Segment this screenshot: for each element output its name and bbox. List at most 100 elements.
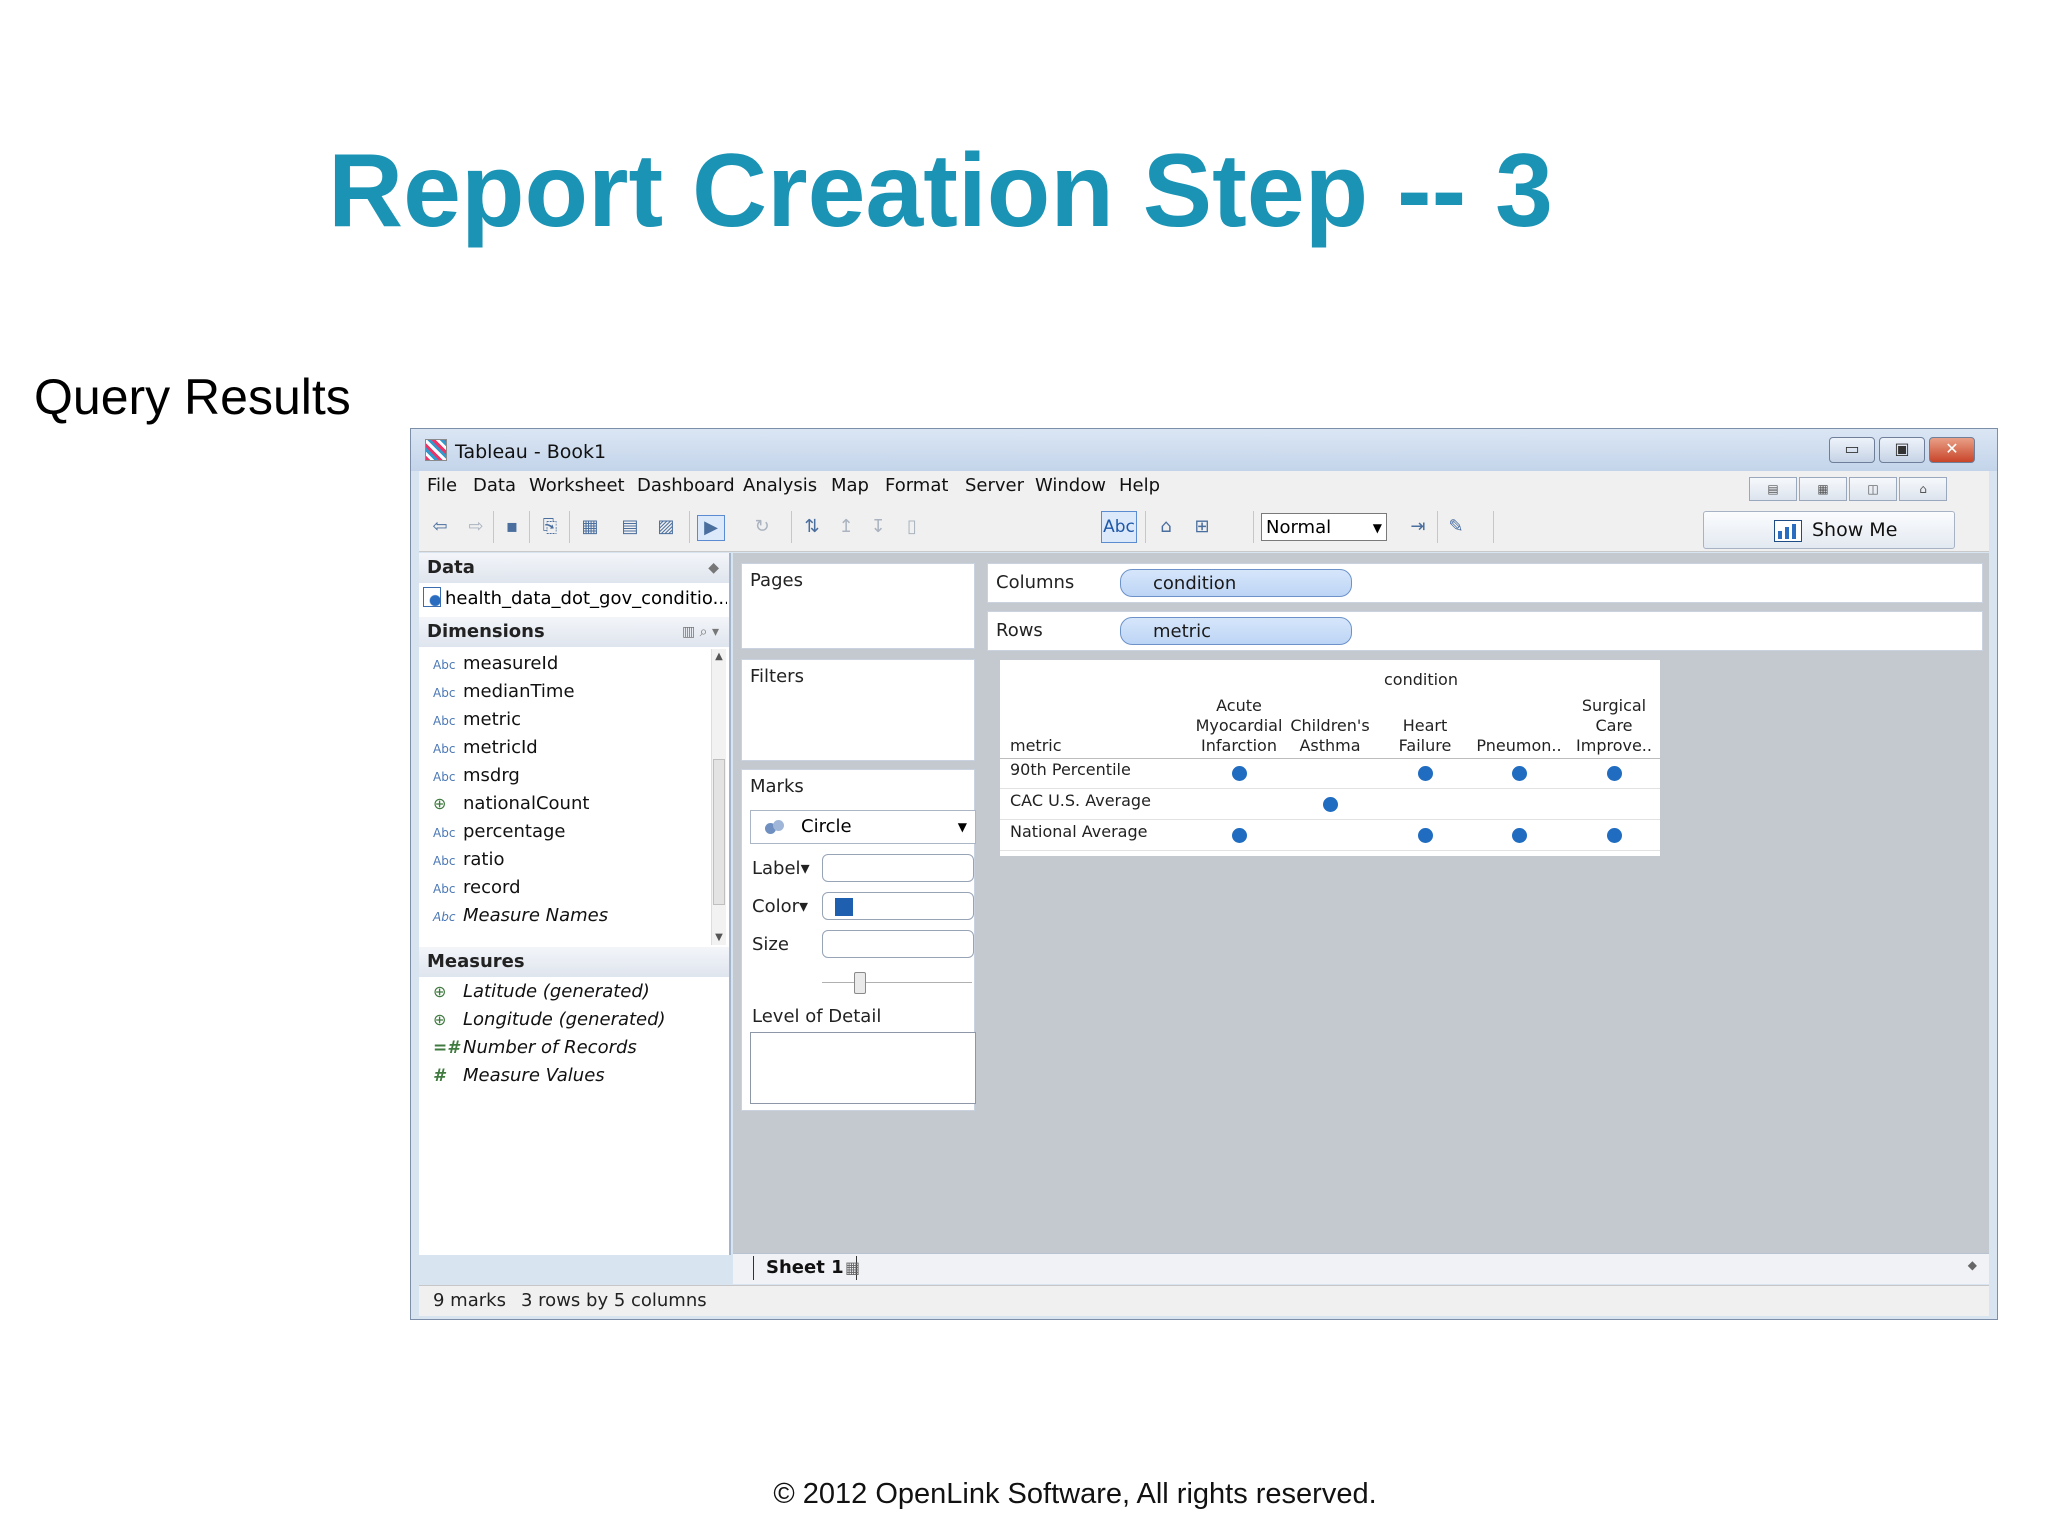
menu-server[interactable]: Server xyxy=(965,475,1024,496)
menu-data[interactable]: Data xyxy=(473,475,516,496)
new-worksheet-icon[interactable]: ▦ xyxy=(577,515,603,539)
field-item[interactable]: Abc metric xyxy=(433,707,521,733)
circle-mark[interactable] xyxy=(1607,766,1622,781)
dimensions-scrollbar[interactable]: ▲ ▼ xyxy=(711,649,726,945)
row-header[interactable]: CAC U.S. Average xyxy=(1010,791,1151,810)
circle-mark[interactable] xyxy=(1323,797,1338,812)
size-slider[interactable] xyxy=(854,972,866,994)
sort-descending-icon[interactable]: ↧ xyxy=(865,515,891,539)
menu-file[interactable]: File xyxy=(427,475,457,496)
columns-pill-condition[interactable]: condition xyxy=(1120,569,1352,597)
circle-mark[interactable] xyxy=(1232,766,1247,781)
save-icon[interactable]: ▪ xyxy=(499,515,525,539)
column-header[interactable]: Heart Failure xyxy=(1379,716,1471,756)
clear-sheet-icon[interactable]: ▨ xyxy=(653,515,679,539)
refresh-icon[interactable]: ↻ xyxy=(749,515,775,539)
pin-icon[interactable]: ⇥ xyxy=(1405,515,1431,539)
maximize-button[interactable]: ▣ xyxy=(1879,437,1925,463)
back-icon[interactable]: ⇦ xyxy=(427,515,453,539)
run-update-icon[interactable]: ▶ xyxy=(697,515,725,541)
field-item[interactable]: # Measure Values xyxy=(433,1063,605,1089)
sort-ascending-icon[interactable]: ↥ xyxy=(833,515,859,539)
column-header[interactable]: Children's Asthma xyxy=(1284,716,1376,756)
show-labels-button[interactable]: Abc xyxy=(1101,511,1137,543)
collapse-icon[interactable]: ◆ xyxy=(708,553,719,583)
circle-mark[interactable] xyxy=(1418,828,1433,843)
minimize-button[interactable]: ▭ xyxy=(1829,437,1875,463)
pages-shelf[interactable]: Pages xyxy=(741,563,975,649)
level-of-detail-shelf[interactable] xyxy=(750,1032,976,1104)
fit-select[interactable]: Normal ▼ xyxy=(1261,513,1387,541)
scroll-tabs-icon[interactable]: ◆ xyxy=(1968,1258,1977,1272)
row-header[interactable]: 90th Percentile xyxy=(1010,760,1131,779)
label-shelf[interactable] xyxy=(822,854,974,882)
column-header[interactable]: Pneumon.. xyxy=(1473,736,1565,756)
field-item[interactable]: Abc measureId xyxy=(433,651,558,677)
label-control[interactable]: Label▾ xyxy=(752,858,810,879)
rows-shelf[interactable]: Rows metric xyxy=(987,611,1983,651)
size-shelf[interactable] xyxy=(822,930,974,958)
size-label: Size xyxy=(752,934,789,955)
duplicate-sheet-icon[interactable]: ▤ xyxy=(617,515,643,539)
field-item[interactable]: ⊕ Longitude (generated) xyxy=(433,1007,666,1033)
show-me-button[interactable]: Show Me xyxy=(1703,511,1955,549)
column-header[interactable]: Surgical Care Improve.. xyxy=(1568,696,1660,756)
color-swatch[interactable] xyxy=(835,898,853,916)
scroll-up-icon[interactable]: ▲ xyxy=(712,651,726,662)
sheet-tab-1[interactable]: Sheet 1 xyxy=(753,1256,857,1280)
scroll-down-icon[interactable]: ▼ xyxy=(712,932,726,943)
database-tab-icon[interactable]: ◫ xyxy=(1849,477,1897,501)
circle-mark[interactable] xyxy=(1418,766,1433,781)
field-item[interactable]: Abc percentage xyxy=(433,819,565,845)
connect-data-icon[interactable]: ⎘ xyxy=(537,515,563,539)
field-item[interactable]: ⊕ Latitude (generated) xyxy=(433,979,650,1005)
color-shelf[interactable] xyxy=(822,892,974,920)
circle-mark[interactable] xyxy=(1512,828,1527,843)
menu-map[interactable]: Map xyxy=(831,475,869,496)
field-item[interactable]: Abc medianTime xyxy=(433,679,575,705)
new-sheet-icon[interactable]: ▦ xyxy=(845,1258,860,1277)
fix-axes-icon[interactable]: ⊞ xyxy=(1189,515,1215,539)
field-item[interactable]: Abc ratio xyxy=(433,847,505,873)
group-icon[interactable]: ▯ xyxy=(899,515,925,539)
field-item[interactable]: Abc record xyxy=(433,875,521,901)
row-header[interactable]: National Average xyxy=(1010,822,1147,841)
menu-format[interactable]: Format xyxy=(885,475,948,496)
menu-worksheet[interactable]: Worksheet xyxy=(529,475,625,496)
close-button[interactable]: ✕ xyxy=(1929,437,1975,463)
menu-window[interactable]: Window xyxy=(1035,475,1106,496)
swap-icon[interactable]: ⇅ xyxy=(799,515,825,539)
columns-shelf[interactable]: Columns condition xyxy=(987,563,1983,603)
globe-icon: ⊕ xyxy=(433,982,447,1001)
mark-type-select[interactable]: Circle ▼ xyxy=(750,810,976,844)
field-item[interactable]: Abc msdrg xyxy=(433,763,520,789)
title-bar[interactable]: Tableau - Book1 ▭ ▣ ✕ xyxy=(411,429,1997,471)
field-item[interactable]: Abc metricId xyxy=(433,735,538,761)
search-icon[interactable]: ▥ ⌕ ▾ xyxy=(682,617,719,647)
field-item[interactable]: ⊕ nationalCount xyxy=(433,791,589,817)
data-tab-icon[interactable]: ▤ xyxy=(1749,477,1797,501)
datasource-item[interactable]: health_data_dot_gov_conditio... xyxy=(423,585,727,613)
column-field-header: condition xyxy=(1384,670,1458,689)
circle-mark[interactable] xyxy=(1232,828,1247,843)
field-item[interactable]: =# Number of Records xyxy=(433,1035,637,1061)
circle-mark[interactable] xyxy=(1607,828,1622,843)
field-name: percentage xyxy=(463,821,566,842)
home-tab-icon[interactable]: ⌂ xyxy=(1899,477,1947,501)
menu-analysis[interactable]: Analysis xyxy=(743,475,817,496)
circle-mark[interactable] xyxy=(1512,766,1527,781)
highlight-pen-icon[interactable]: ✎ xyxy=(1443,515,1469,539)
filters-shelf[interactable]: Filters xyxy=(741,659,975,761)
field-item[interactable]: Abc Measure Names xyxy=(433,903,608,929)
rows-pill-metric[interactable]: metric xyxy=(1120,617,1352,645)
menu-dashboard[interactable]: Dashboard xyxy=(637,475,735,496)
presentation-icon[interactable]: ⌂ xyxy=(1153,515,1179,539)
menu-help[interactable]: Help xyxy=(1119,475,1160,496)
chevron-down-icon: ▼ xyxy=(957,820,967,834)
field-name: msdrg xyxy=(463,765,520,786)
globe-icon: ⊕ xyxy=(433,794,447,813)
column-header[interactable]: Acute Myocardial Infarction xyxy=(1193,696,1285,756)
color-control[interactable]: Color▾ xyxy=(752,896,808,917)
grid-tab-icon[interactable]: ▦ xyxy=(1799,477,1847,501)
forward-icon[interactable]: ⇨ xyxy=(463,515,489,539)
